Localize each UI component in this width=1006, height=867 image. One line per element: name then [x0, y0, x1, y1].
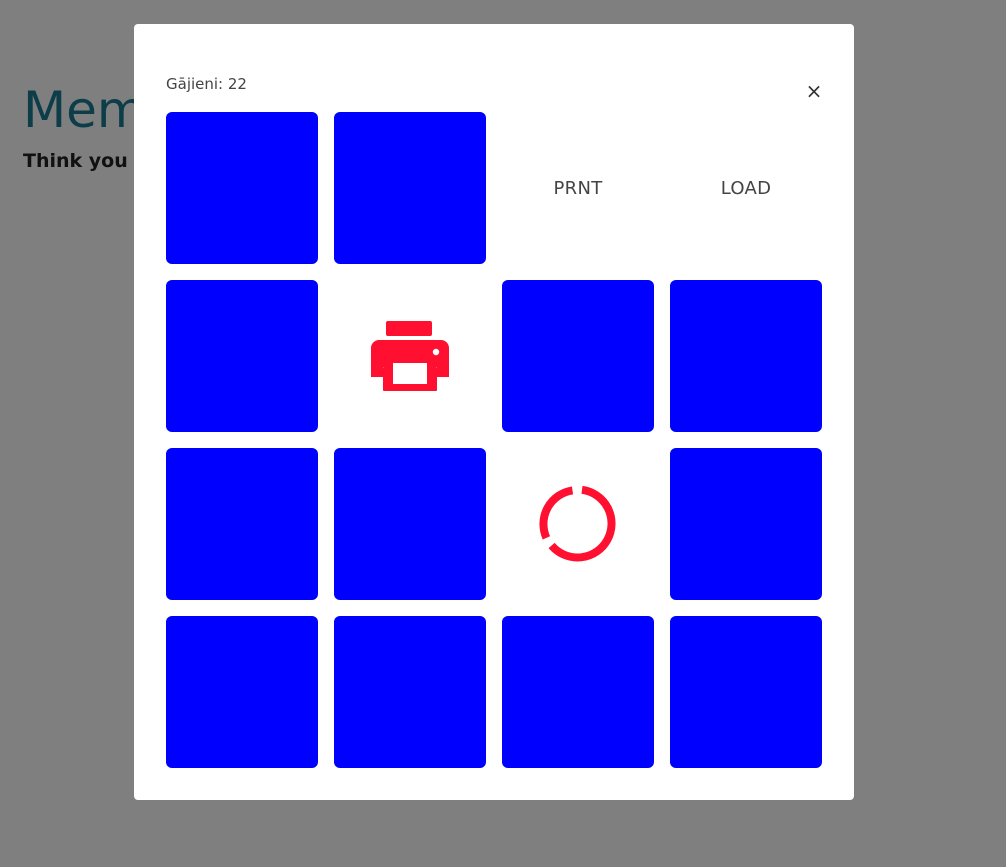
memory-card[interactable] [334, 280, 486, 432]
memory-card[interactable] [670, 448, 822, 600]
card-label: LOAD [720, 177, 772, 199]
memory-card[interactable] [166, 448, 318, 600]
memory-card[interactable]: LOAD [670, 112, 822, 264]
moves-counter: Gājieni: 22 [166, 75, 247, 93]
memory-card[interactable] [502, 616, 654, 768]
memory-card[interactable] [334, 112, 486, 264]
memory-card[interactable] [502, 280, 654, 432]
memory-card[interactable]: PRNT [502, 112, 654, 264]
memory-card[interactable] [166, 280, 318, 432]
memory-card[interactable] [166, 616, 318, 768]
card-grid: PRNT LOAD [166, 112, 822, 768]
close-button[interactable]: × [804, 80, 824, 102]
loading-circle-icon [539, 485, 617, 563]
memory-card[interactable] [166, 112, 318, 264]
memory-card[interactable] [670, 616, 822, 768]
memory-card[interactable] [670, 280, 822, 432]
printer-icon [371, 321, 449, 391]
memory-card[interactable] [502, 448, 654, 600]
game-modal: × Gājieni: 22 PRNT LOAD [134, 24, 854, 800]
memory-card[interactable] [334, 448, 486, 600]
card-label: PRNT [553, 177, 603, 199]
memory-card[interactable] [334, 616, 486, 768]
